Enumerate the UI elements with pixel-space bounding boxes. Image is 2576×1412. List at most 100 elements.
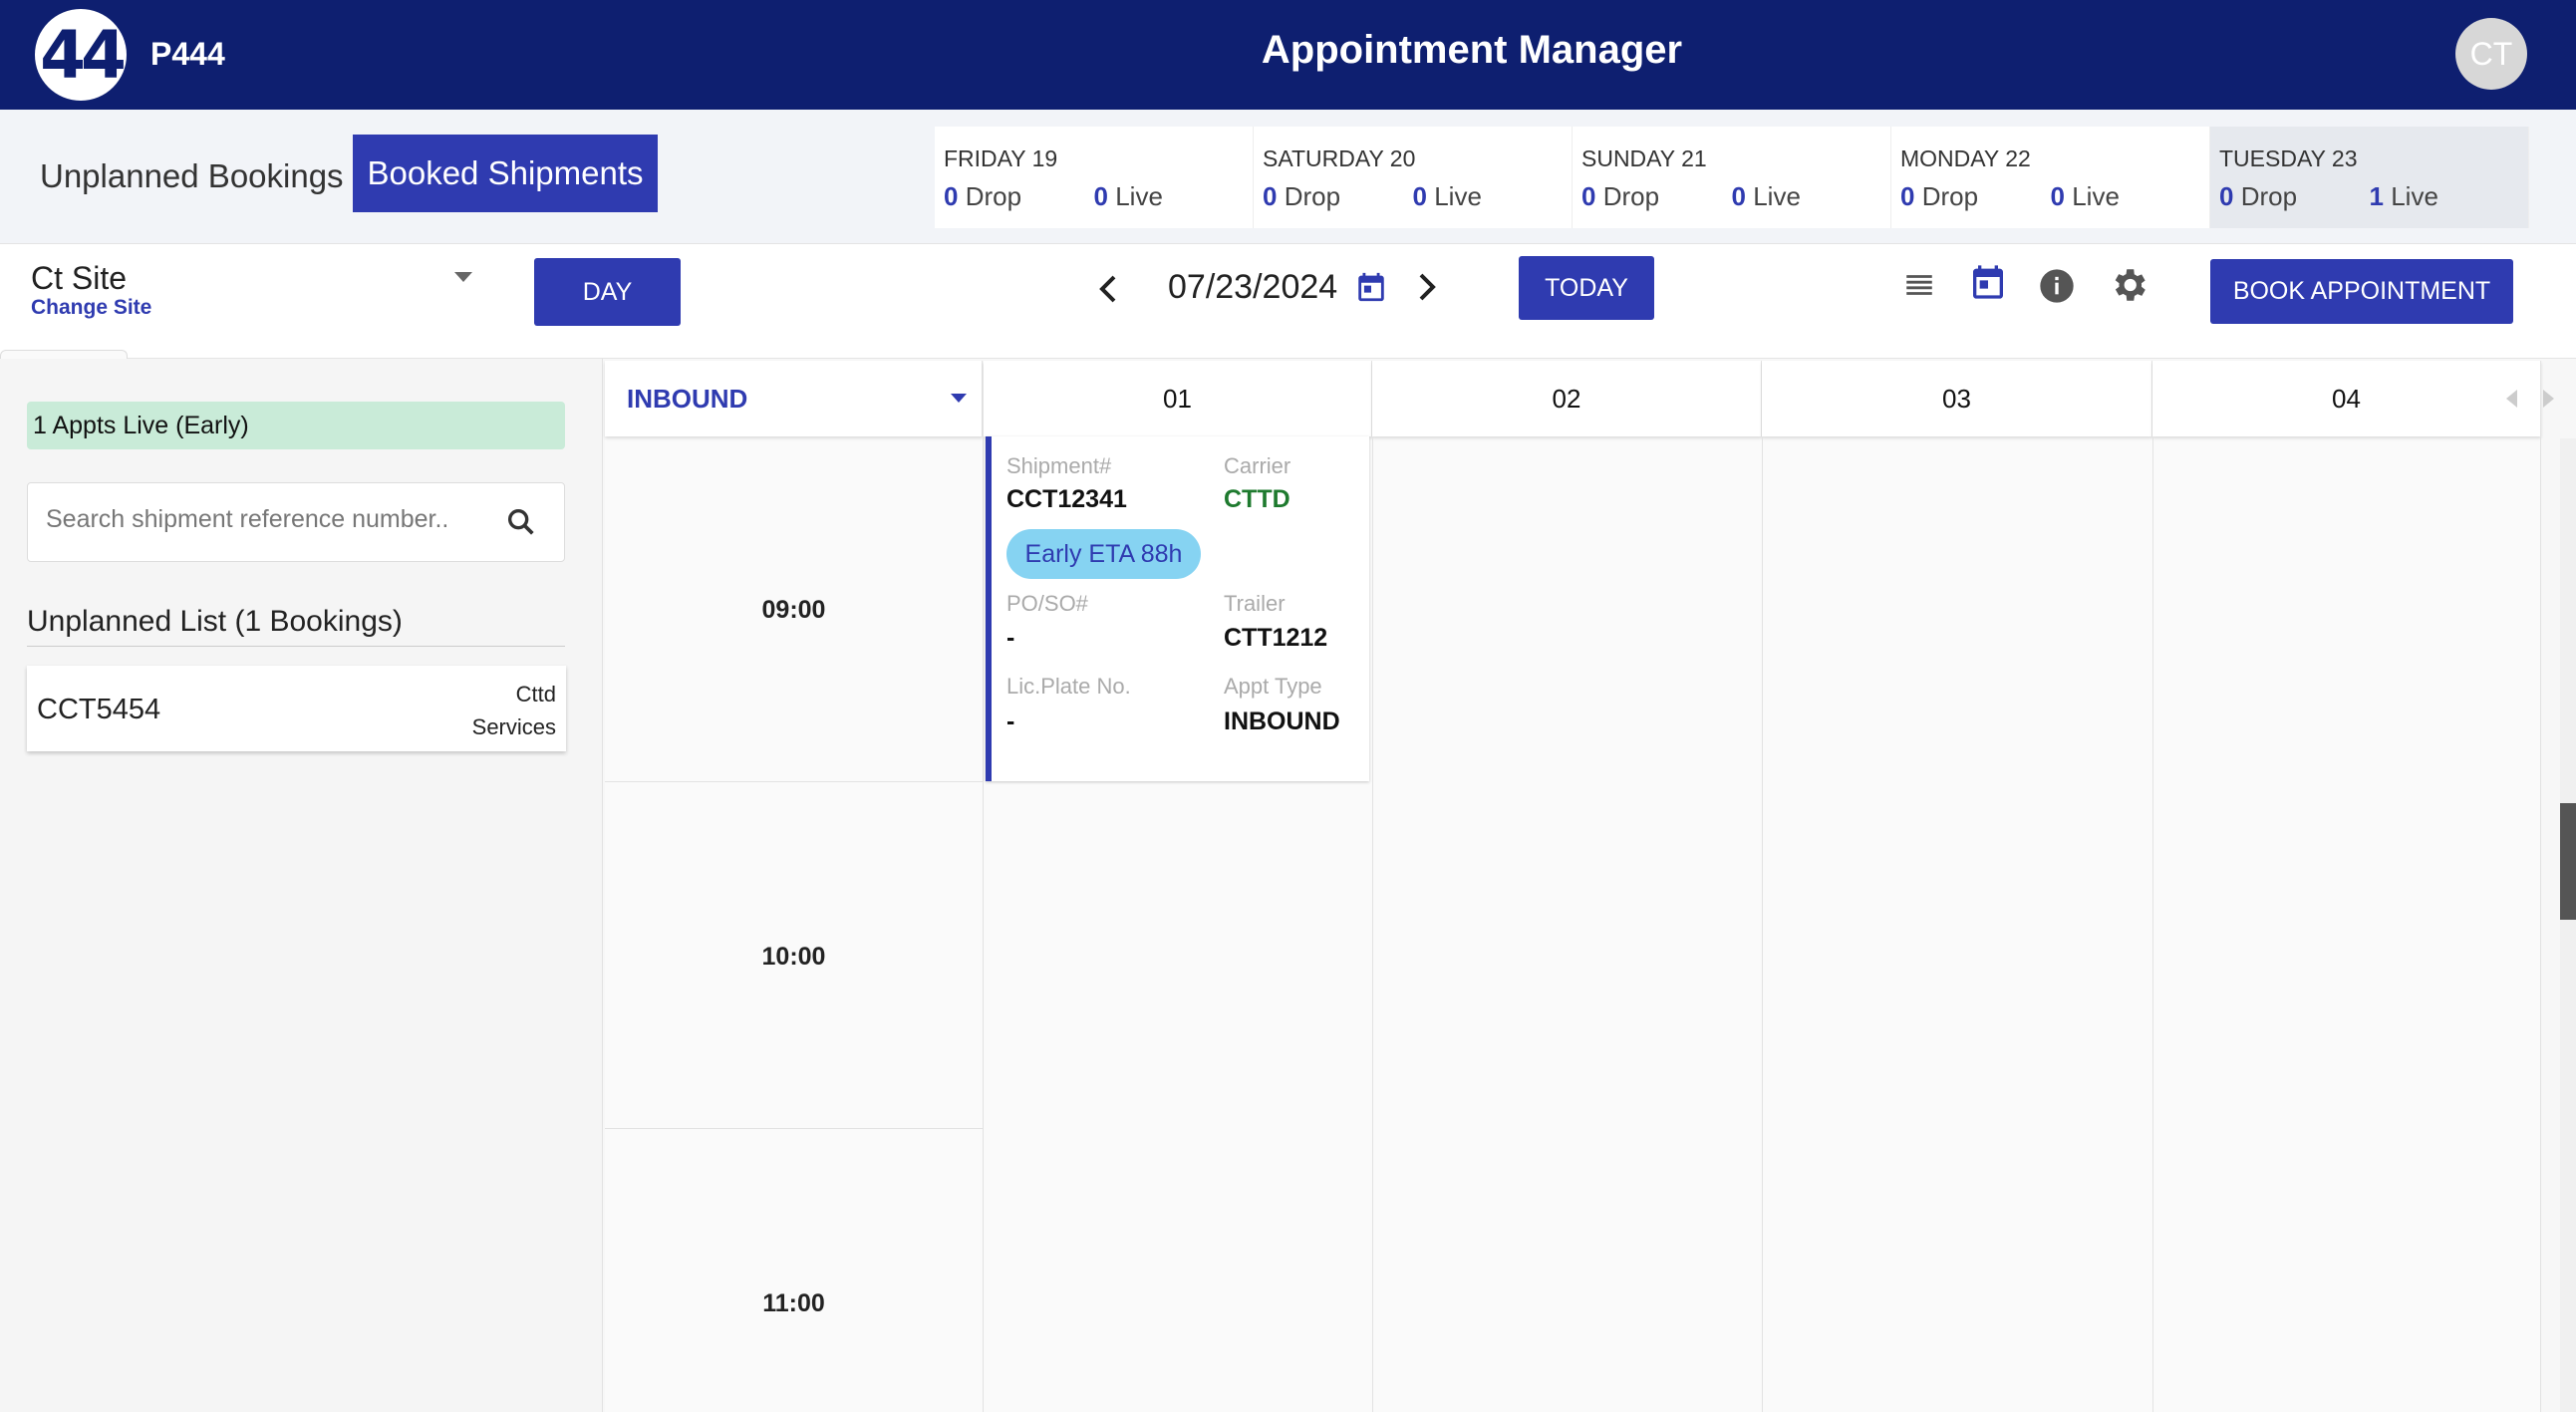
column-divider — [983, 436, 984, 1412]
live-label: Live — [2391, 181, 2438, 211]
day-summary-sunday[interactable]: SUNDAY 21 0 Drop 0 Live — [1573, 127, 1891, 228]
book-appointment-button[interactable]: BOOK APPOINTMENT — [2210, 259, 2513, 324]
trailer-value: CTT1212 — [1224, 624, 1328, 652]
live-appointments-badge[interactable]: 1 Appts Live (Early) — [27, 402, 565, 449]
plate-label: Lic.Plate No. — [1006, 674, 1131, 699]
search-input[interactable] — [46, 505, 484, 534]
day-view-button[interactable]: DAY — [534, 258, 681, 326]
scroll-left-icon[interactable] — [2506, 390, 2517, 408]
avatar[interactable]: CT — [2455, 18, 2527, 90]
page-title: Appointment Manager — [1261, 28, 1683, 72]
day-summary-tuesday[interactable]: TUESDAY 23 0 Drop 1 Live — [2210, 127, 2529, 228]
chevron-left-icon[interactable] — [1096, 274, 1120, 304]
drop-count: 0 — [1263, 181, 1278, 211]
left-panel: 1 Appts Live (Early) Unplanned List (1 B… — [0, 359, 603, 1412]
site-select[interactable]: Ct Site — [31, 260, 127, 297]
chevron-right-icon[interactable] — [1415, 272, 1439, 302]
day-summary-monday[interactable]: MONDAY 22 0 Drop 0 Live — [1891, 127, 2210, 228]
row-divider — [605, 781, 983, 782]
plate-value: - — [1006, 707, 1015, 735]
column-divider — [1762, 436, 1763, 1412]
day-name: FRIDAY 19 — [944, 145, 1058, 171]
day-summary-friday[interactable]: FRIDAY 19 0 Drop 0 Live — [935, 127, 1254, 228]
appt-type-value: INBOUND — [1224, 707, 1340, 735]
day-name: SUNDAY 21 — [1581, 145, 1707, 171]
list-view-icon[interactable] — [1902, 268, 1936, 302]
direction-caret-icon[interactable] — [951, 394, 967, 403]
time-slot-label: 11:00 — [762, 1289, 825, 1317]
info-icon[interactable] — [2037, 266, 2077, 306]
drop-label: Drop — [1921, 181, 1979, 211]
carrier-label: Carrier — [1224, 453, 1291, 478]
live-label: Live — [1115, 181, 1163, 211]
day-name: TUESDAY 23 — [2219, 145, 2358, 171]
drop-label: Drop — [965, 181, 1022, 211]
calendar-picker-icon[interactable] — [1354, 269, 1388, 305]
direction-select[interactable]: INBOUND — [605, 361, 983, 436]
logo-text: 44 — [40, 16, 127, 94]
day-summary-strip: FRIDAY 19 0 Drop 0 Live SATURDAY 20 0 Dr… — [935, 127, 2529, 228]
time-slot-label: 09:00 — [761, 596, 826, 624]
calendar-view-icon[interactable] — [1968, 262, 2008, 302]
day-summary-saturday[interactable]: SATURDAY 20 0 Drop 0 Live — [1254, 127, 1573, 228]
tab-unplanned-bookings[interactable]: Unplanned Bookings — [40, 157, 344, 195]
column-header-01: 01 — [984, 361, 1372, 436]
column-header-04: 04 — [2152, 361, 2541, 436]
drop-count: 0 — [1900, 181, 1915, 211]
booking-id: CCT5454 — [37, 694, 161, 725]
day-name: MONDAY 22 — [1900, 145, 2031, 171]
list-item[interactable]: CCT5454 Cttd Services — [27, 666, 566, 751]
column-divider — [2540, 436, 2541, 1412]
vertical-scrollbar[interactable] — [2560, 438, 2576, 1412]
drop-count: 0 — [1581, 181, 1596, 211]
column-header-02: 02 — [1372, 361, 1762, 436]
today-button[interactable]: TODAY — [1519, 256, 1654, 320]
drop-label: Drop — [1602, 181, 1660, 211]
appt-type-label: Appt Type — [1224, 674, 1322, 699]
scrollbar-thumb[interactable] — [2560, 803, 2576, 920]
po-label: PO/SO# — [1006, 591, 1088, 616]
drop-count: 0 — [944, 181, 959, 211]
direction-label: INBOUND — [627, 383, 748, 414]
divider — [27, 646, 565, 647]
org-code: P444 — [150, 36, 225, 72]
calendar-grid: INBOUND 01 02 03 04 09:00 10:00 11:00 Sh… — [605, 361, 2554, 1412]
change-site-link[interactable]: Change Site — [31, 296, 151, 320]
live-count: 0 — [1093, 181, 1108, 211]
app-logo[interactable]: 44 — [35, 9, 127, 101]
scroll-right-icon[interactable] — [2543, 390, 2554, 408]
drop-label: Drop — [2240, 181, 2298, 211]
row-divider — [605, 1128, 983, 1129]
trailer-label: Trailer — [1224, 591, 1286, 616]
site-tab-edge — [0, 350, 128, 359]
po-value: - — [1006, 624, 1015, 652]
appointment-card[interactable]: Shipment# CCT12341 Carrier CTTD Early ET… — [986, 436, 1369, 781]
gear-icon[interactable] — [2108, 264, 2149, 306]
time-slot-label: 10:00 — [761, 943, 826, 971]
shipment-number: CCT12341 — [1006, 485, 1127, 513]
shipment-label: Shipment# — [1006, 453, 1112, 478]
tab-booked-shipments[interactable]: Booked Shipments — [353, 135, 658, 212]
booking-carrier: Cttd Services — [471, 682, 556, 739]
summary-bar: Unplanned Bookings Booked Shipments FRID… — [0, 110, 2576, 244]
search-icon[interactable] — [504, 505, 538, 539]
site-dropdown-caret-icon[interactable] — [454, 272, 472, 282]
carrier-value: CTTD — [1224, 485, 1290, 513]
live-count: 0 — [1412, 181, 1427, 211]
live-label: Live — [1753, 181, 1801, 211]
unplanned-list-title: Unplanned List (1 Bookings) — [27, 605, 403, 638]
column-divider — [2152, 436, 2153, 1412]
search-box — [27, 482, 565, 562]
live-label: Live — [1434, 181, 1482, 211]
live-count: 1 — [2369, 181, 2384, 211]
column-header-03: 03 — [1762, 361, 2152, 436]
eta-badge: Early ETA 88h — [1006, 529, 1201, 579]
live-label: Live — [2072, 181, 2120, 211]
day-name: SATURDAY 20 — [1263, 145, 1416, 171]
live-count: 0 — [2050, 181, 2065, 211]
toolbar: Ct Site Change Site DAY 07/23/2024 TODAY… — [0, 244, 2576, 359]
current-date[interactable]: 07/23/2024 — [1168, 268, 1337, 307]
drop-count: 0 — [2219, 181, 2234, 211]
top-bar: 44 P444 Appointment Manager CT — [0, 0, 2576, 110]
live-count: 0 — [1731, 181, 1746, 211]
